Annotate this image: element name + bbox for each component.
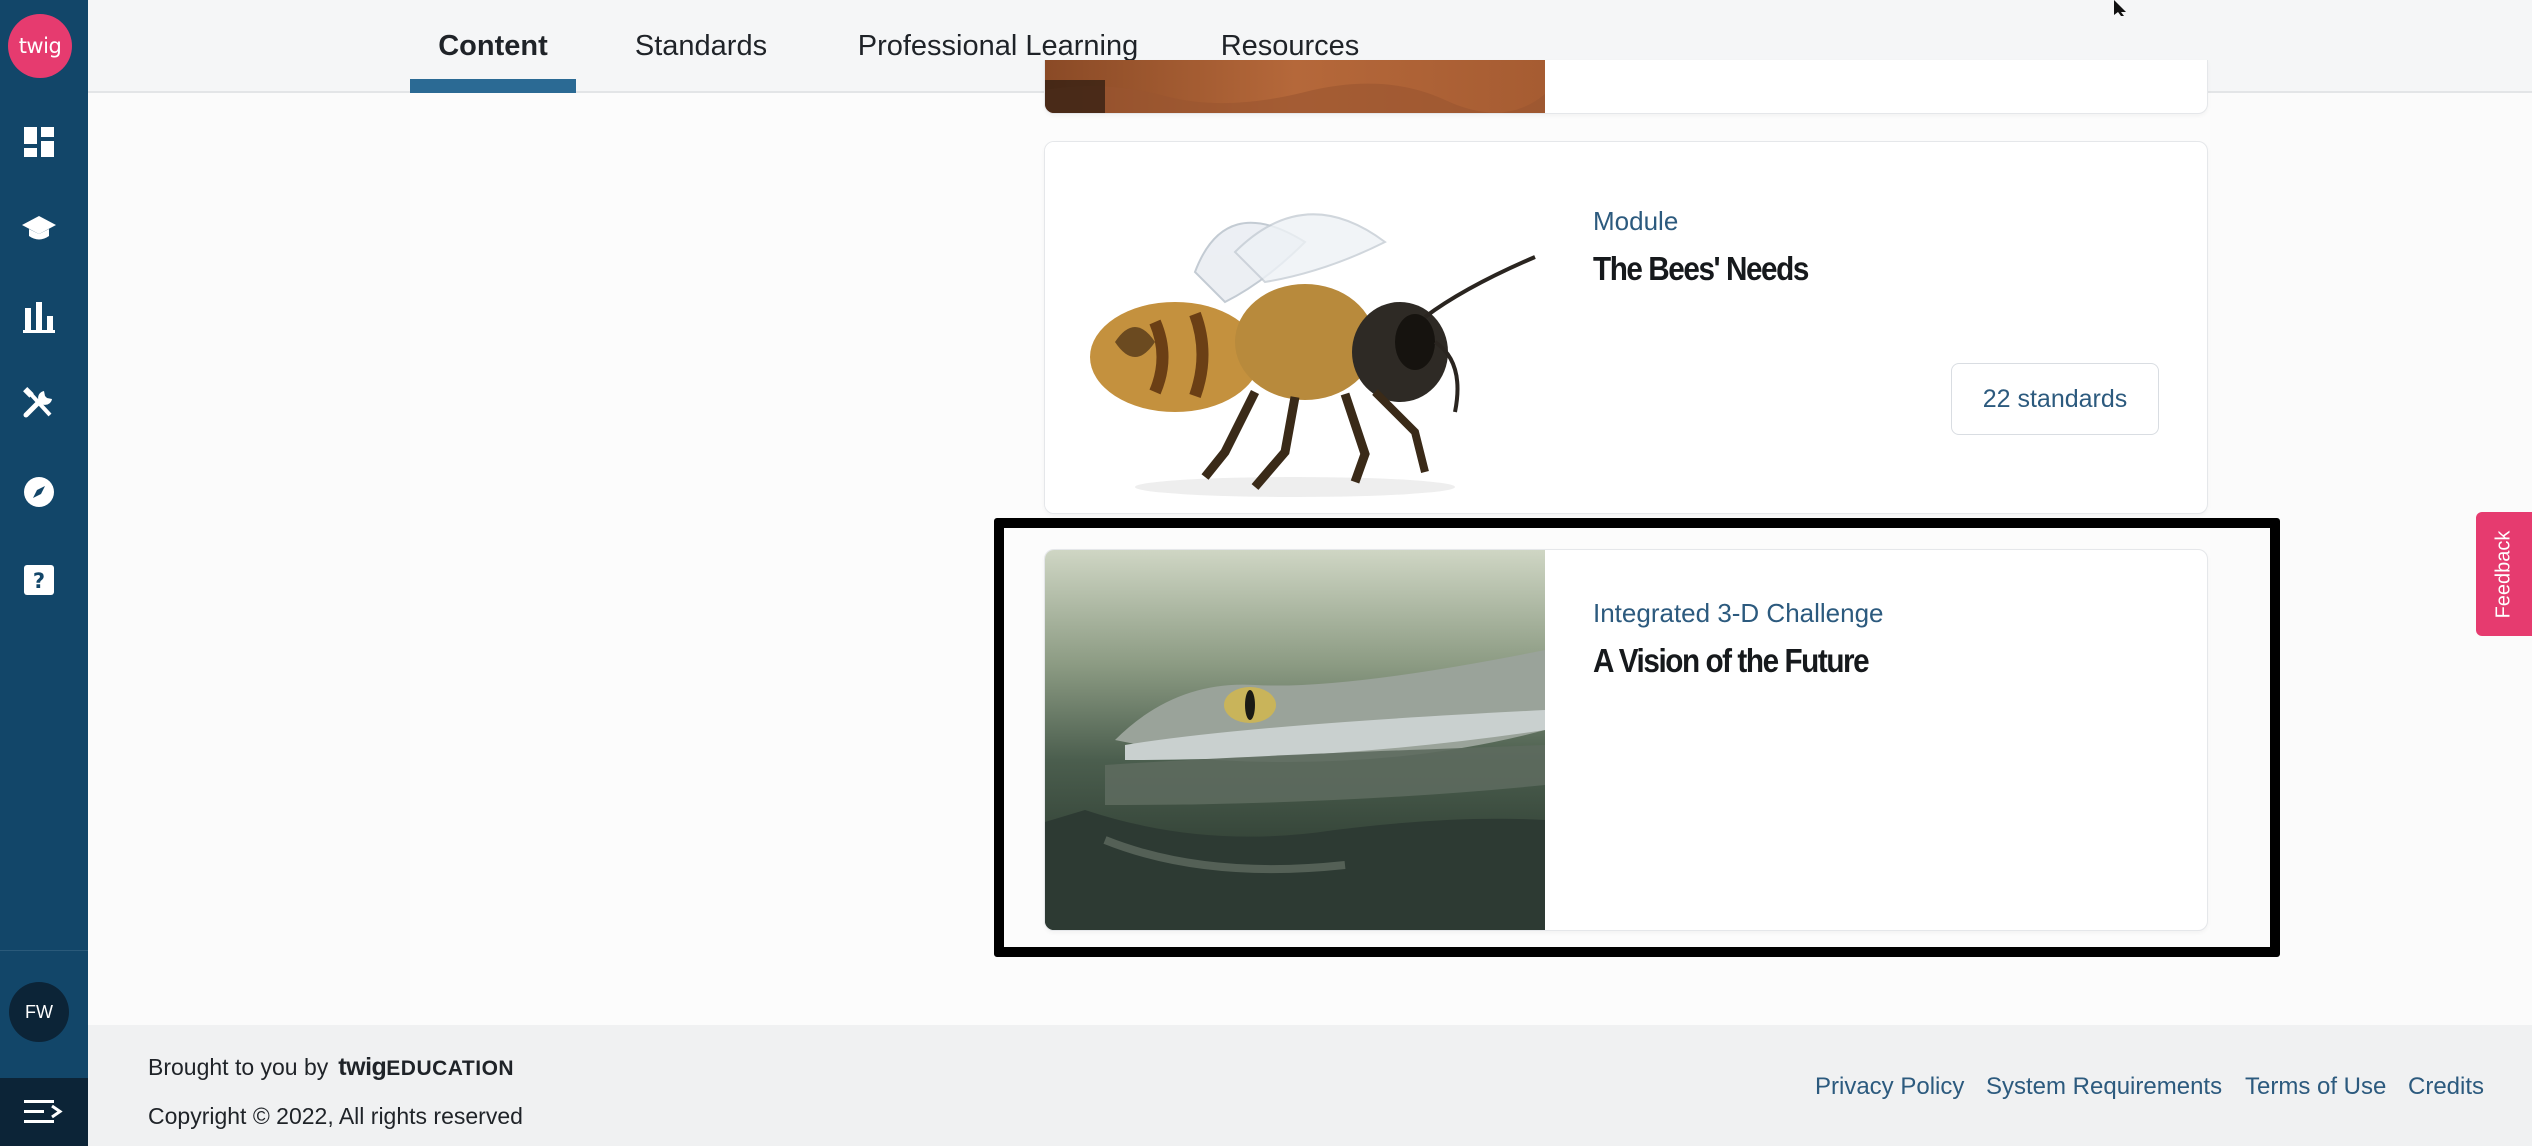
- graduation-cap-icon[interactable]: [19, 209, 59, 249]
- sidebar-divider: [0, 950, 88, 951]
- user-avatar[interactable]: FW: [9, 982, 69, 1042]
- page-footer: Brought to you by twigEDUCATION Copyrigh…: [88, 1025, 2532, 1146]
- brought-to-you: Brought to you by twigEDUCATION: [148, 1053, 514, 1082]
- credits-link[interactable]: Credits: [2408, 1073, 2484, 1101]
- help-icon[interactable]: ?: [19, 560, 59, 600]
- menu-collapse-icon: [24, 1100, 63, 1123]
- twig-education-logo[interactable]: twigEDUCATION: [338, 1053, 514, 1082]
- bee-image: [1045, 142, 1545, 513]
- standards-button[interactable]: 22 standards: [1951, 363, 2159, 435]
- card-type-label: Module: [1593, 206, 1679, 236]
- card-image: [1045, 60, 1545, 113]
- tools-icon[interactable]: [19, 384, 59, 424]
- brand-sub: EDUCATION: [386, 1057, 515, 1080]
- terms-of-use-link[interactable]: Terms of Use: [2245, 1073, 2386, 1101]
- dashboard-icon[interactable]: [19, 122, 59, 162]
- selection-highlight-frame: [994, 518, 2280, 957]
- brand-name: twig: [338, 1053, 387, 1081]
- compass-icon[interactable]: [19, 472, 59, 512]
- twig-logo[interactable]: twig: [8, 14, 72, 78]
- tab-content[interactable]: Content: [410, 0, 576, 93]
- left-sidebar: twig ? FW: [0, 0, 88, 1146]
- menu-collapse-button[interactable]: [0, 1078, 88, 1146]
- user-initials: FW: [25, 1001, 53, 1022]
- content-card-bees-needs[interactable]: Module The Bees' Needs 22 standards: [1044, 141, 2208, 514]
- copyright-text: Copyright © 2022, All rights reserved: [148, 1103, 523, 1129]
- bar-chart-icon[interactable]: [19, 297, 59, 337]
- feedback-label: Feedback: [2492, 530, 2515, 618]
- logo-text: twig: [18, 34, 62, 58]
- card-title[interactable]: The Bees' Needs: [1593, 250, 1809, 288]
- privacy-policy-link[interactable]: Privacy Policy: [1815, 1073, 1964, 1101]
- svg-text:?: ?: [33, 569, 45, 593]
- brought-by-text: Brought to you by: [148, 1054, 329, 1080]
- tab-standards[interactable]: Standards: [616, 0, 786, 93]
- mouse-cursor-icon: [2114, 0, 2126, 16]
- feedback-tab[interactable]: Feedback: [2476, 512, 2532, 636]
- content-card-partial[interactable]: [1044, 60, 2208, 114]
- system-requirements-link[interactable]: System Requirements: [1986, 1073, 2222, 1101]
